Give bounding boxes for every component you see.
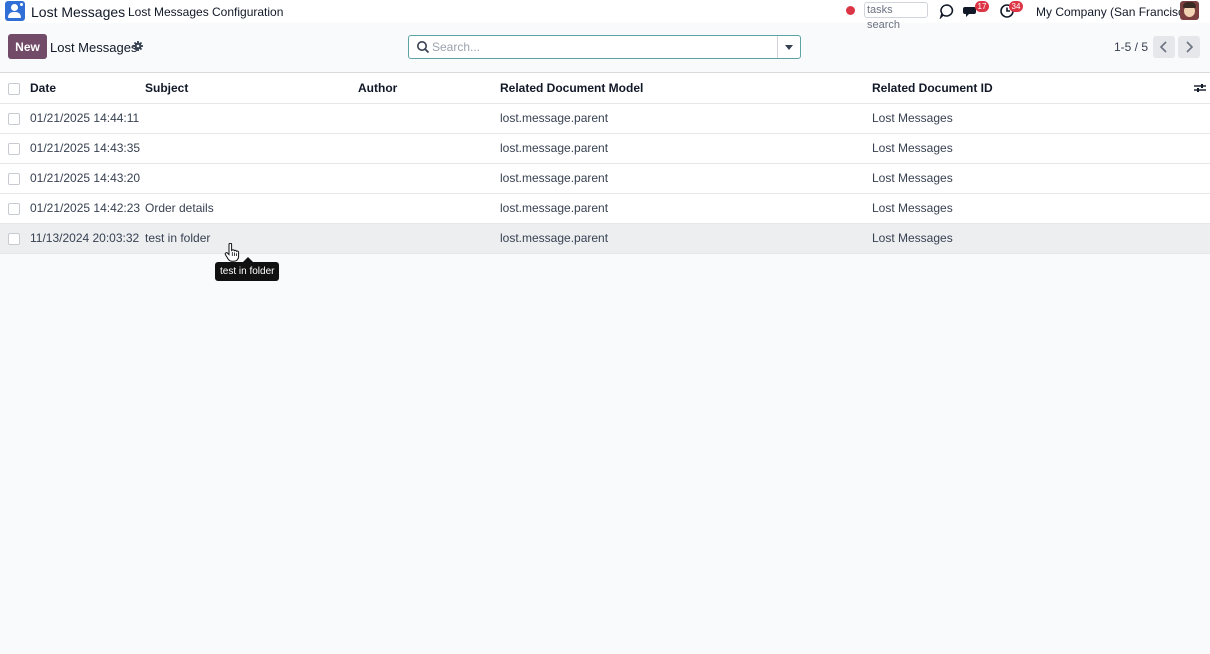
top-navbar: Lost Messages Lost Messages Configuratio… <box>0 0 1210 31</box>
messages-badge: 17 <box>975 1 989 12</box>
pager-next-button[interactable] <box>1178 36 1200 58</box>
sliders-icon[interactable] <box>1194 83 1206 93</box>
menu-configuration[interactable]: Configuration <box>212 5 283 19</box>
table-row[interactable]: 01/21/2025 14:44:11 lost.message.parent … <box>0 104 1210 134</box>
select-all-checkbox[interactable] <box>8 83 20 95</box>
cell-date: 01/21/2025 14:43:20 <box>30 171 141 185</box>
page-title: Lost Messages <box>50 40 138 55</box>
row-checkbox[interactable] <box>8 113 20 125</box>
tasks-search-input[interactable]: tasks search <box>864 2 928 31</box>
table-row[interactable]: 01/21/2025 14:43:20 lost.message.parent … <box>0 164 1210 194</box>
column-header-document-id[interactable]: Related Document ID <box>872 73 993 103</box>
company-switcher[interactable]: My Company (San Francisco) <box>1036 5 1195 19</box>
cell-document-id: Lost Messages <box>872 201 953 215</box>
pager-previous-button[interactable] <box>1153 36 1175 58</box>
list-view: Date Subject Author Related Document Mod… <box>0 72 1210 254</box>
menu-lost-messages[interactable]: Lost Messages <box>128 5 209 19</box>
tooltip: test in folder <box>215 262 280 281</box>
cell-date: 01/21/2025 14:42:23 <box>30 201 141 215</box>
table-header: Date Subject Author Related Document Mod… <box>0 72 1210 104</box>
cell-subject: test in folder <box>145 231 211 245</box>
column-header-model[interactable]: Related Document Model <box>500 73 643 103</box>
table-row[interactable]: 01/21/2025 14:43:35 lost.message.parent … <box>0 134 1210 164</box>
cell-model: lost.message.parent <box>500 201 609 215</box>
column-header-author[interactable]: Author <box>358 73 397 103</box>
column-header-date[interactable]: Date <box>30 73 56 103</box>
cell-subject: Order details <box>145 201 214 215</box>
row-checkbox[interactable] <box>8 233 20 245</box>
cell-model: lost.message.parent <box>500 231 609 245</box>
chat-bubble-icon[interactable] <box>939 3 955 19</box>
row-checkbox[interactable] <box>8 173 20 185</box>
row-checkbox[interactable] <box>8 203 20 215</box>
new-button[interactable]: New <box>8 34 47 59</box>
app-brand[interactable]: Lost Messages <box>31 4 125 20</box>
hand-cursor-icon <box>224 243 240 262</box>
chevron-right-icon <box>1186 41 1194 53</box>
cell-document-id: Lost Messages <box>872 231 953 245</box>
cell-date: 01/21/2025 14:43:35 <box>30 141 141 155</box>
gear-icon[interactable] <box>133 41 143 51</box>
row-checkbox[interactable] <box>8 143 20 155</box>
search-options-toggle[interactable] <box>777 36 800 58</box>
search-bar <box>408 35 801 59</box>
cell-document-id: Lost Messages <box>872 141 953 155</box>
table-row[interactable]: 01/21/2025 14:42:23 Order details lost.m… <box>0 194 1210 224</box>
app-icon[interactable] <box>5 1 25 21</box>
column-header-subject[interactable]: Subject <box>145 73 188 103</box>
caret-down-icon <box>785 45 793 50</box>
cell-model: lost.message.parent <box>500 141 609 155</box>
cell-document-id: Lost Messages <box>872 111 953 125</box>
chevron-left-icon <box>1159 41 1167 53</box>
cell-document-id: Lost Messages <box>872 171 953 185</box>
cell-model: lost.message.parent <box>500 111 609 125</box>
cell-model: lost.message.parent <box>500 171 609 185</box>
cell-date: 01/21/2025 14:44:11 <box>30 111 140 125</box>
avatar[interactable] <box>1180 1 1199 20</box>
pager-value[interactable]: 1-5 / 5 <box>1114 40 1148 54</box>
table-row[interactable]: 11/13/2024 20:03:32 test in folder lost.… <box>0 224 1210 254</box>
search-icon <box>417 41 430 54</box>
record-dot-icon[interactable] <box>846 6 855 15</box>
search-input[interactable] <box>432 39 772 55</box>
activities-badge: 34 <box>1009 1 1023 12</box>
cell-date: 11/13/2024 20:03:32 <box>30 231 140 245</box>
